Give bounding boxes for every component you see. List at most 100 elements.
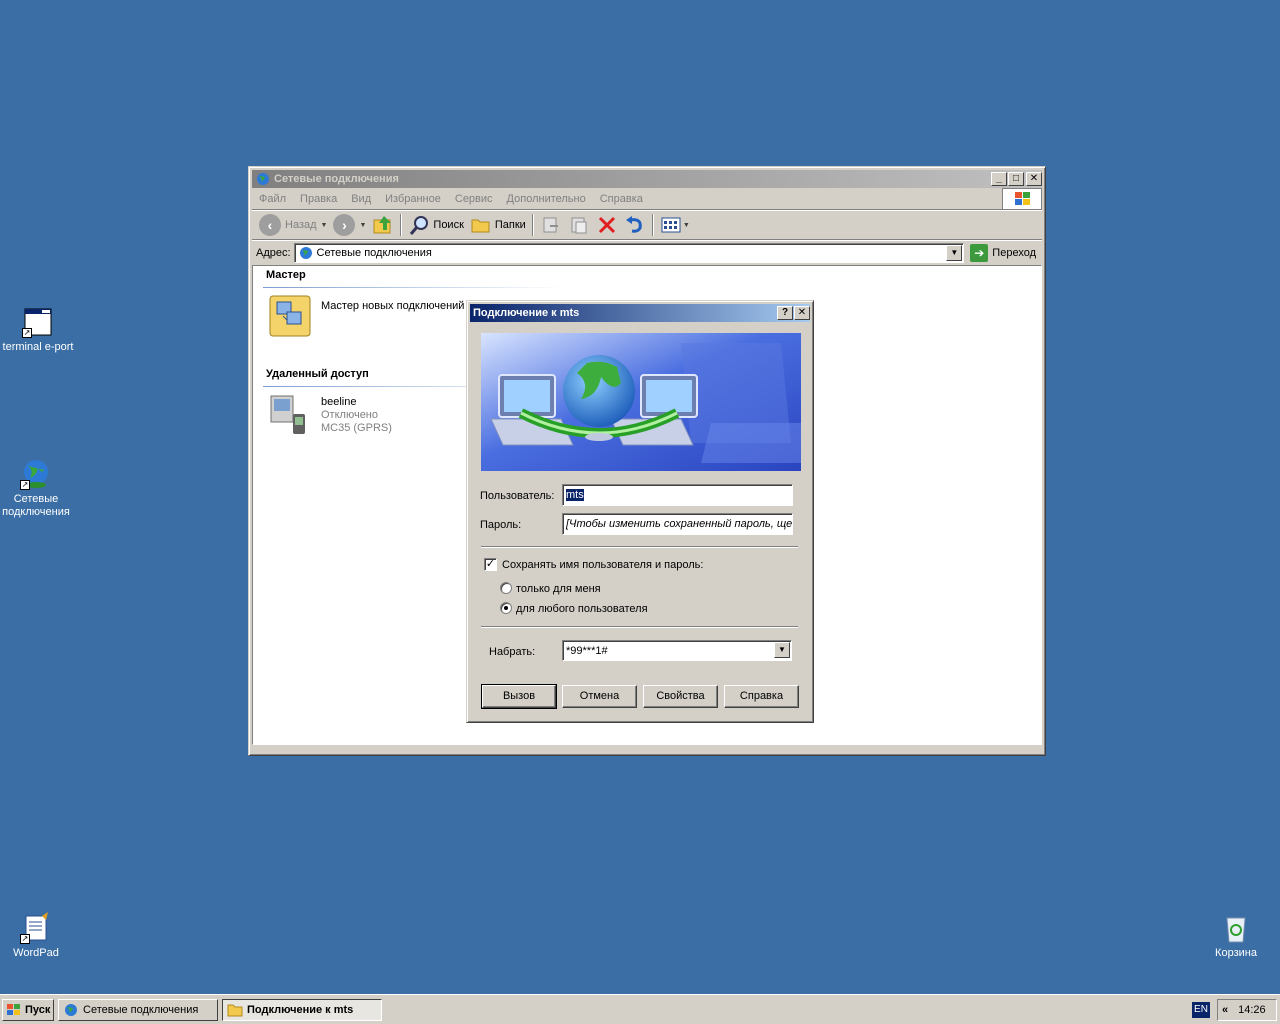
desktop-icon-label: terminal e-port (2, 341, 74, 353)
desktop-icon-label: Сетевые подключения (2, 493, 70, 518)
wordpad-icon: ↗ (20, 912, 52, 944)
views-grid-icon (661, 217, 681, 233)
username-value: mts (566, 489, 584, 501)
clock[interactable]: 14:26 (1238, 1004, 1266, 1016)
help-button[interactable]: Справка (724, 685, 799, 708)
desktop-icon-wordpad[interactable]: ↗ WordPad (0, 912, 74, 960)
radio-any-user[interactable] (500, 602, 512, 614)
dialog-title: Подключение к mts (473, 307, 580, 319)
password-label: Пароль: (480, 519, 522, 531)
connection-item-beeline[interactable]: beeline Отключено MC35 (GPRS) (267, 392, 392, 440)
menu-tools[interactable]: Сервис (448, 193, 500, 205)
delete-x-icon (598, 216, 615, 234)
desktop-icon-recycle-bin[interactable]: Корзина (1198, 912, 1274, 960)
task-label: Подключение к mts (247, 1003, 354, 1016)
desktop-icon-terminal[interactable]: ↗ terminal e-port (0, 306, 76, 354)
desktop-icon-network[interactable]: ↗ Сетевые подключения (0, 458, 74, 519)
desktop-icon-label: WordPad (13, 947, 59, 959)
explorer-title: Сетевые подключения (274, 173, 399, 185)
explorer-titlebar[interactable]: Сетевые подключения _ □ ✕ (252, 170, 1042, 188)
address-dropdown-button[interactable]: ▼ (946, 244, 963, 261)
dial-number-combo[interactable]: *99***1# ▼ (562, 640, 792, 661)
address-label: Адрес: (256, 246, 291, 259)
search-label: Поиск (433, 219, 464, 231)
taskbar-button-connect-mts[interactable]: Подключение к mts (222, 998, 382, 1021)
help-question-button[interactable]: ? (777, 306, 793, 320)
back-label: Назад (285, 219, 317, 231)
back-arrow-icon: ‹ (259, 214, 281, 236)
standard-toolbar: ‹ Назад ▼ › ▼ Поиск Папки ▼ (252, 210, 1042, 240)
move-to-button[interactable] (537, 213, 565, 237)
forward-button[interactable]: › ▼ (330, 213, 369, 237)
copy-to-icon (571, 217, 587, 234)
address-value: Сетевые подключения (316, 246, 432, 259)
password-value: [Чтобы изменить сохраненный пароль, ще..… (566, 518, 793, 530)
search-icon (410, 216, 429, 235)
username-label: Пользователь: (480, 490, 555, 502)
dial-dropdown-button[interactable]: ▼ (774, 642, 790, 658)
folder-icon (227, 1004, 243, 1016)
radio-only-me-label[interactable]: только для меня (516, 583, 601, 595)
copy-to-button[interactable] (565, 213, 593, 237)
views-button[interactable]: ▼ (657, 213, 693, 237)
start-label: Пуск (25, 1003, 51, 1016)
search-button[interactable]: Поиск (405, 213, 466, 237)
language-indicator[interactable]: EN (1192, 1002, 1210, 1018)
undo-icon (625, 216, 642, 233)
address-input[interactable]: Сетевые подключения ▼ (293, 242, 965, 263)
group-header-wizard: Мастер (266, 269, 306, 281)
new-connection-wizard-item[interactable]: Мастер новых подключений (267, 292, 464, 340)
dial-call-button[interactable]: Вызов (481, 684, 557, 709)
desktop-icon-label: Корзина (1215, 947, 1257, 959)
windows-flag-icon (7, 1003, 20, 1015)
menu-view[interactable]: Вид (344, 193, 378, 205)
save-credentials-label[interactable]: Сохранять имя пользователя и пароль: (502, 559, 703, 571)
globe-network-icon: ↗ (20, 458, 52, 490)
connection-device: MC35 (GPRS) (321, 422, 392, 434)
tray-expand-chevron-icon[interactable]: « (1218, 1004, 1232, 1016)
menu-help[interactable]: Справка (593, 193, 650, 205)
go-button[interactable]: ➔ Переход (970, 243, 1042, 262)
minimize-button[interactable]: _ (991, 172, 1007, 186)
up-folder-button[interactable] (369, 213, 397, 237)
connection-banner-image (481, 333, 801, 471)
forward-arrow-icon: › (333, 214, 356, 236)
wizard-item-label: Мастер новых подключений (321, 300, 465, 312)
address-bar: Адрес: Сетевые подключения ▼ ➔ Переход (252, 240, 1042, 264)
go-arrow-icon: ➔ (970, 243, 989, 262)
undo-button[interactable] (621, 213, 649, 237)
folders-button[interactable]: Папки (467, 213, 529, 237)
group-header-remote-access: Удаленный доступ (266, 368, 369, 380)
menu-bar: Файл Правка Вид Избранное Сервис Дополни… (252, 188, 1042, 210)
properties-button[interactable]: Свойства (643, 685, 718, 708)
connection-name: beeline (321, 396, 357, 408)
dial-number-value: *99***1# (566, 644, 608, 657)
menu-file[interactable]: Файл (252, 193, 293, 205)
delete-button[interactable] (593, 213, 621, 237)
menu-advanced[interactable]: Дополнительно (500, 193, 593, 205)
network-connections-icon (257, 173, 269, 185)
dialog-titlebar[interactable]: Подключение к mts ? ✕ (470, 304, 810, 322)
dropdown-arrow-icon: ▼ (359, 221, 367, 229)
taskbar-button-network-connections[interactable]: Сетевые подключения (58, 998, 218, 1021)
windows-logo-icon (1002, 188, 1042, 210)
application-window-icon: ↗ (22, 306, 54, 338)
dialog-close-button[interactable]: ✕ (794, 306, 810, 320)
menu-favorites[interactable]: Избранное (378, 193, 448, 205)
dial-label: Набрать: (489, 646, 536, 658)
taskbar: Пуск Сетевые подключения Подключение к m… (0, 994, 1280, 1024)
maximize-button[interactable]: □ (1008, 172, 1024, 186)
recycle-bin-icon (1220, 912, 1252, 944)
cancel-button[interactable]: Отмена (562, 685, 637, 708)
radio-only-me[interactable] (500, 582, 512, 594)
radio-any-user-label[interactable]: для любого пользователя (516, 603, 648, 615)
close-button[interactable]: ✕ (1026, 172, 1042, 186)
menu-edit[interactable]: Правка (293, 193, 344, 205)
start-button[interactable]: Пуск (2, 998, 54, 1021)
save-credentials-checkbox[interactable]: ✓ (484, 558, 497, 571)
back-button[interactable]: ‹ Назад ▼ (256, 213, 330, 237)
username-input[interactable]: mts (562, 484, 793, 506)
dialup-modem-icon (270, 395, 305, 434)
password-input[interactable]: [Чтобы изменить сохраненный пароль, ще..… (562, 513, 793, 535)
system-tray: « 14:26 (1217, 999, 1277, 1021)
